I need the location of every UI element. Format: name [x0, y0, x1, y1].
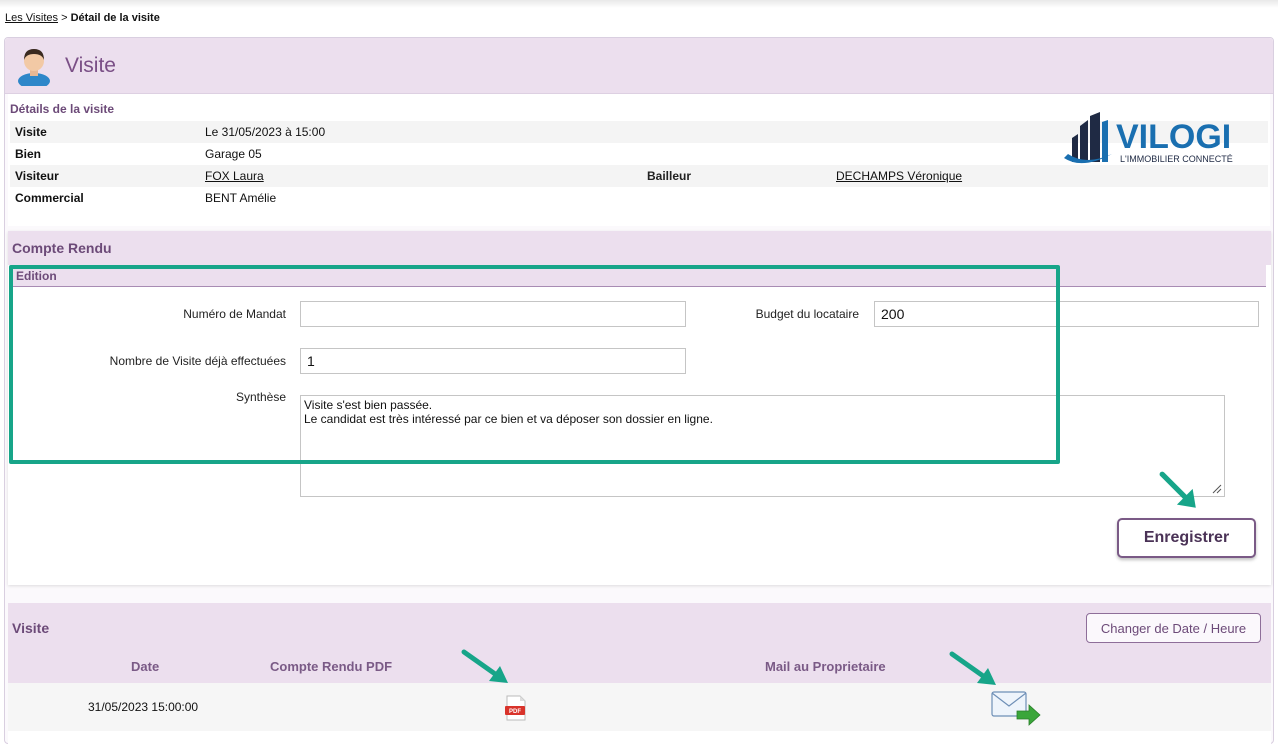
svg-text:PDF: PDF — [509, 709, 521, 715]
detail-label-bien: Bien — [15, 147, 42, 161]
resize-grip-icon[interactable] — [1210, 482, 1222, 494]
top-shadow-bar — [0, 0, 1278, 8]
detail-label-visiteur: Visiteur — [15, 169, 59, 183]
pdf-icon[interactable]: PDF — [505, 695, 527, 721]
arrow-to-mail-icon — [949, 651, 996, 685]
budget-input[interactable] — [874, 301, 1259, 327]
synthese-textarea[interactable] — [300, 395, 1225, 497]
breadcrumb: Les Visites > Détail de la visite — [5, 12, 160, 24]
breadcrumb-separator: > — [61, 12, 68, 24]
detail-value-visite: Le 31/05/2023 à 15:00 — [205, 125, 326, 139]
detail-label-bailleur: Bailleur — [647, 169, 692, 183]
column-header-mail: Mail au Proprietaire — [765, 659, 886, 674]
edition-label: Edition — [16, 269, 57, 283]
mandat-label: Numéro de Mandat — [183, 307, 286, 321]
breadcrumb-current: Détail de la visite — [70, 12, 160, 24]
compte-rendu-section: Compte Rendu Edition Numéro de Mandat Bu… — [8, 231, 1271, 585]
mandat-input[interactable] — [300, 301, 686, 327]
detail-label-visite: Visite — [15, 125, 47, 139]
vilogi-logo: VILOGI L'IMMOBILIER CONNECTÉ — [1064, 112, 1233, 164]
synthese-label: Synthèse — [235, 390, 286, 404]
column-header-date: Date — [131, 659, 160, 674]
user-avatar-icon — [18, 49, 50, 86]
change-date-button[interactable]: Changer de Date / Heure — [1086, 613, 1261, 643]
logo-wordmark: VILOGI — [1116, 118, 1231, 156]
arrow-to-save-icon — [1159, 471, 1196, 508]
detail-row-commercial: Commercial BENT Amélie — [10, 187, 1268, 209]
compte-rendu-title: Compte Rendu — [12, 240, 112, 256]
visit-table-section: Visite Changer de Date / Heure Date Comp… — [8, 603, 1271, 744]
nb-visites-input[interactable] — [300, 348, 686, 374]
mail-send-icon[interactable] — [991, 689, 1041, 727]
column-header-pdf: Compte Rendu PDF — [270, 659, 393, 674]
panel-header: Visite — [5, 38, 1273, 94]
save-button[interactable]: Enregistrer — [1117, 518, 1256, 558]
detail-value-bien: Garage 05 — [205, 147, 262, 161]
budget-label: Budget du locataire — [755, 307, 859, 321]
visit-table-header: Visite Changer de Date / Heure Date Comp… — [8, 603, 1271, 683]
building-logo-icon — [1064, 112, 1112, 164]
detail-label-commercial: Commercial — [15, 191, 84, 205]
table-row: 31/05/2023 15:00:00 PDF — [8, 683, 1271, 731]
breadcrumb-link-visites[interactable]: Les Visites — [5, 12, 58, 24]
nb-visites-label: Nombre de Visite déjà effectuées — [109, 354, 286, 368]
detail-value-commercial: BENT Amélie — [205, 191, 277, 205]
bailleur-link[interactable]: DECHAMPS Véronique — [836, 165, 962, 187]
visit-details: Détails de la visite Visite Le 31/05/202… — [8, 94, 1270, 226]
details-section-title: Détails de la visite — [10, 102, 115, 116]
page-title: Visite — [65, 54, 116, 77]
row-date: 31/05/2023 15:00:00 — [88, 700, 199, 714]
logo-tagline: L'IMMOBILIER CONNECTÉ — [1120, 154, 1233, 164]
edition-bar: Edition — [12, 265, 1266, 287]
arrow-to-pdf-icon — [461, 649, 508, 683]
visit-table-title: Visite — [12, 620, 50, 636]
compte-rendu-header: Compte Rendu — [8, 231, 1271, 265]
visiteur-link[interactable]: FOX Laura — [205, 165, 264, 187]
